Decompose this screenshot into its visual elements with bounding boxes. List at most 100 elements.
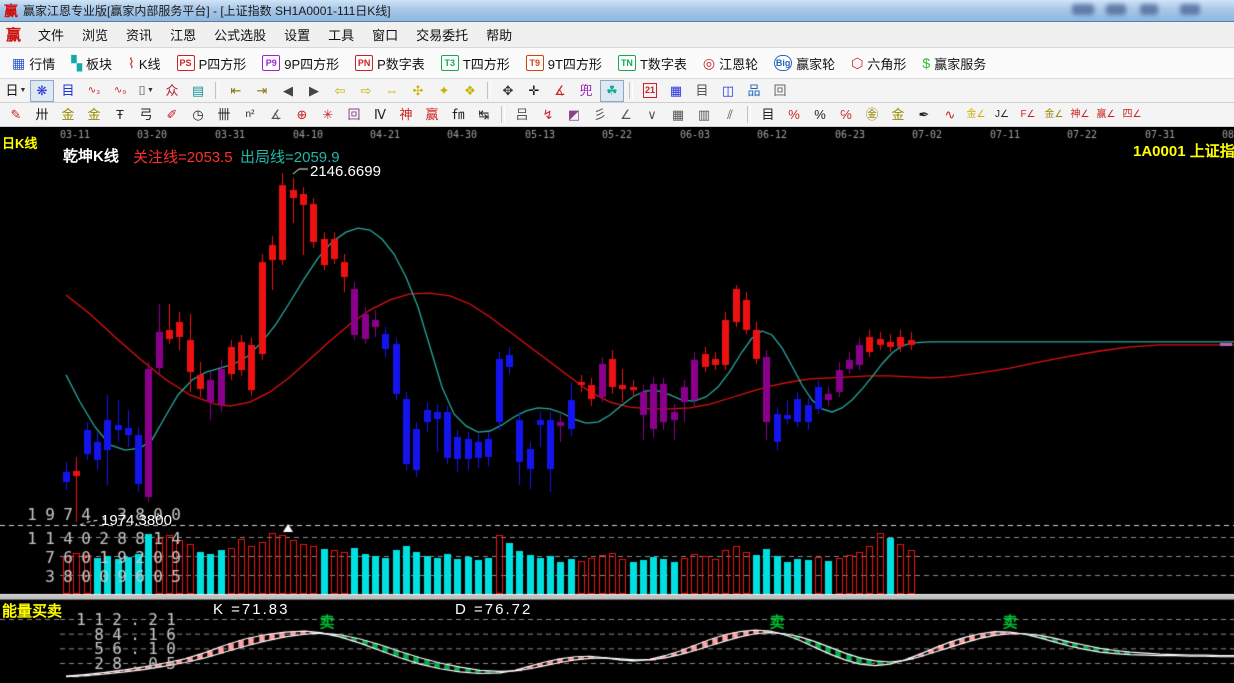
nav-cycle-9-icon[interactable]: ∿₉ bbox=[108, 80, 132, 102]
draw-time-circle-icon[interactable]: ◷ bbox=[186, 104, 210, 126]
draw-gold-ratio-b-icon[interactable]: 金 bbox=[82, 104, 106, 126]
draw-shen-angle-icon[interactable]: 神∠ bbox=[1068, 104, 1092, 126]
menu-item-9[interactable]: 帮助 bbox=[477, 22, 521, 47]
draw-percent-icon[interactable]: % bbox=[808, 104, 832, 126]
menu-item-2[interactable]: 资讯 bbox=[117, 22, 161, 47]
draw-wave-marks-icon[interactable]: Ⅳ bbox=[368, 104, 392, 126]
draw-stat-bars-icon[interactable]: 目 bbox=[756, 104, 780, 126]
toolbar-item-9p-square[interactable]: P99P四方形 bbox=[254, 51, 347, 76]
menu-item-8[interactable]: 交易委托 bbox=[407, 22, 477, 47]
menu-item-0[interactable]: 文件 bbox=[29, 22, 73, 47]
draw-draw-pen-icon[interactable]: ✎ bbox=[4, 104, 28, 126]
toolbar-item-p-digit-table[interactable]: PNP数字表 bbox=[347, 51, 433, 76]
nav-zoom-horizontal-icon[interactable]: ⇔ bbox=[380, 80, 404, 102]
nav-cycle-3-icon[interactable]: ∿₃ bbox=[82, 80, 106, 102]
toolbar-item-t-square[interactable]: T3T四方形 bbox=[433, 51, 518, 76]
draw-spiral-icon[interactable]: 弓 bbox=[134, 104, 158, 126]
restore-button[interactable] bbox=[1140, 4, 1158, 15]
draw-ruler-123-icon[interactable]: ㎙ bbox=[446, 104, 470, 126]
menu-item-6[interactable]: 工具 bbox=[319, 22, 363, 47]
draw-wave-tool-icon[interactable]: ∿ bbox=[938, 104, 962, 126]
nav-smart-brain-icon[interactable]: ☘ bbox=[600, 80, 624, 102]
draw-fan-lines-icon[interactable]: 彡 bbox=[588, 104, 612, 126]
draw-percent-line-icon[interactable]: % bbox=[782, 104, 806, 126]
menu-item-7[interactable]: 窗口 bbox=[363, 22, 407, 47]
chart-area[interactable]: 日K线 1A0001 上证指数 乾坤K线 关注线=2053.5 出局线=2059… bbox=[0, 127, 1234, 683]
toolbar-item-sectors[interactable]: ▚板块 bbox=[63, 51, 120, 76]
draw-percent-level-icon[interactable]: ℅ bbox=[834, 104, 858, 126]
nav-period-day-icon[interactable]: 日▼ bbox=[4, 80, 28, 102]
nav-hand-drag-icon[interactable]: ✥ bbox=[496, 80, 520, 102]
draw-gradient-box-icon[interactable]: ◩ bbox=[562, 104, 586, 126]
draw-ink-pen-icon[interactable]: ✒ bbox=[912, 104, 936, 126]
nav-report-icon[interactable]: 目 bbox=[56, 80, 80, 102]
draw-f-lines-icon[interactable]: Ŧ bbox=[108, 104, 132, 126]
nav-compress-icon[interactable]: ✦ bbox=[432, 80, 456, 102]
draw-red-fan-icon[interactable]: ↯ bbox=[536, 104, 560, 126]
nav-fit-all-icon[interactable]: ❖ bbox=[458, 80, 482, 102]
draw-square-of-n-icon[interactable]: n² bbox=[238, 104, 262, 126]
toolbar-item-winner-service[interactable]: $赢家服务 bbox=[914, 51, 994, 76]
minimize-button[interactable] bbox=[1072, 4, 1094, 15]
menu-item-4[interactable]: 公式选股 bbox=[205, 22, 275, 47]
nav-angle-measure-icon[interactable]: ∡ bbox=[548, 80, 572, 102]
nav-remote-pc-icon[interactable]: 回 bbox=[768, 80, 792, 102]
draw-trend-angle-icon[interactable]: ∠ bbox=[614, 104, 638, 126]
toolbar-item-gann-wheel[interactable]: ◎江恩轮 bbox=[695, 51, 766, 76]
nav-pattern-search-icon[interactable]: ❋ bbox=[30, 80, 54, 102]
draw-mark-pen-icon[interactable]: ✐ bbox=[160, 104, 184, 126]
nav-color-bars-icon[interactable]: ▤ bbox=[186, 80, 210, 102]
draw-jin-angle-icon[interactable]: 金∠ bbox=[1042, 104, 1066, 126]
nav-next-icon[interactable]: ▶ bbox=[302, 80, 326, 102]
close-button[interactable] bbox=[1180, 4, 1200, 15]
toolbar-item-hexagon[interactable]: ⬡六角形 bbox=[843, 51, 914, 76]
draw-h-measure-icon[interactable]: ↹ bbox=[472, 104, 496, 126]
draw-grid-b-icon[interactable]: ▥ bbox=[692, 104, 716, 126]
draw-win-tool-icon[interactable]: 赢 bbox=[420, 104, 444, 126]
draw-parallel-lines-icon[interactable]: ⫽ bbox=[718, 104, 742, 126]
draw-win-angle-icon[interactable]: 赢∠ bbox=[1094, 104, 1118, 126]
draw-grid-a-icon[interactable]: ▦ bbox=[666, 104, 690, 126]
nav-calculator-icon[interactable]: ▦ bbox=[664, 80, 688, 102]
nav-crosshair-icon[interactable]: ✛ bbox=[522, 80, 546, 102]
draw-gold-ratio-a-icon[interactable]: 金 bbox=[56, 104, 80, 126]
nav-candle-style-icon[interactable]: ⌷▼ bbox=[134, 80, 158, 102]
toolbar-item-9t-square[interactable]: T99T四方形 bbox=[518, 51, 610, 76]
nav-filter-tool-icon[interactable]: 兜 bbox=[574, 80, 598, 102]
draw-v-bottom-icon[interactable]: ∨ bbox=[640, 104, 664, 126]
draw-star-rays-icon[interactable]: ✳ bbox=[316, 104, 340, 126]
menu-item-1[interactable]: 浏览 bbox=[73, 22, 117, 47]
menu-item-3[interactable]: 江恩 bbox=[161, 22, 205, 47]
draw-box-select-icon[interactable]: 吕 bbox=[510, 104, 534, 126]
draw-square-spiral-icon[interactable]: 回 bbox=[342, 104, 366, 126]
draw-gold-circle-icon[interactable]: ㊎ bbox=[860, 104, 884, 126]
nav-save-icon[interactable]: ◫ bbox=[716, 80, 740, 102]
toolbar-item-kline[interactable]: ⌇K线 bbox=[120, 51, 169, 76]
draw-shen-tool-icon[interactable]: 神 bbox=[394, 104, 418, 126]
nav-multi-stock-icon[interactable]: 众 bbox=[160, 80, 184, 102]
nav-first-page-icon[interactable]: ⇤ bbox=[224, 80, 248, 102]
toolbar-item-winner-wheel[interactable]: Big赢家轮 bbox=[766, 51, 843, 76]
maximize-button[interactable] bbox=[1106, 4, 1126, 15]
nav-expand-icon[interactable]: ✣ bbox=[406, 80, 430, 102]
draw-gold-level-icon[interactable]: 金 bbox=[886, 104, 910, 126]
draw-si-angle-icon[interactable]: 四∠ bbox=[1120, 104, 1144, 126]
draw-gann-circle-icon[interactable]: ⊕ bbox=[290, 104, 314, 126]
nav-move-right-icon[interactable]: ⇨ bbox=[354, 80, 378, 102]
draw-grid-lines-icon[interactable]: 卌 bbox=[212, 104, 236, 126]
draw-angle-ruler-icon[interactable]: ∡ bbox=[264, 104, 288, 126]
nav-calendar-21-icon[interactable]: 21 bbox=[638, 80, 662, 102]
nav-network-icon[interactable]: 品 bbox=[742, 80, 766, 102]
toolbar-item-quotes[interactable]: ▦行情 bbox=[4, 51, 63, 76]
kline-canvas[interactable] bbox=[0, 127, 1234, 683]
draw-gold-angle-icon[interactable]: 金∠ bbox=[964, 104, 988, 126]
draw-j-angle-icon[interactable]: J∠ bbox=[990, 104, 1014, 126]
draw-gann-lines-icon[interactable]: 卅 bbox=[30, 104, 54, 126]
nav-move-left-icon[interactable]: ⇦ bbox=[328, 80, 352, 102]
menu-item-5[interactable]: 设置 bbox=[275, 22, 319, 47]
toolbar-item-t-digit-table[interactable]: TNT数字表 bbox=[610, 51, 695, 76]
draw-f-angle-icon[interactable]: F∠ bbox=[1016, 104, 1040, 126]
toolbar-item-p-square[interactable]: PSP四方形 bbox=[169, 51, 255, 76]
nav-last-page-icon[interactable]: ⇥ bbox=[250, 80, 274, 102]
nav-prev-icon[interactable]: ◀ bbox=[276, 80, 300, 102]
